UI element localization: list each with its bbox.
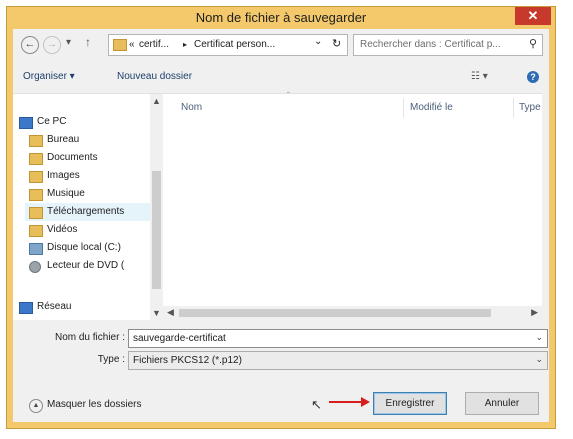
- tree-scroll-thumb[interactable]: [152, 171, 161, 289]
- address-dropdown[interactable]: ⌄: [314, 36, 322, 47]
- hscroll-thumb[interactable]: [179, 309, 491, 317]
- music-folder-icon: [29, 189, 43, 201]
- address-row: ← → ▾ ↑ « certif... ▸ Certificat person.…: [13, 29, 549, 59]
- breadcrumb-certificat-personnel[interactable]: Certificat person...: [194, 39, 275, 50]
- filename-value: sauvegarde-certificat: [133, 333, 226, 344]
- dialog-title: Nom de fichier à sauvegarder: [195, 10, 367, 25]
- refresh-icon: ↻: [332, 38, 342, 50]
- filename-input[interactable]: sauvegarde-certificat ⌄: [128, 329, 548, 348]
- tree-item-musique[interactable]: Musique: [29, 185, 149, 203]
- refresh-button[interactable]: ↻: [332, 37, 341, 50]
- column-divider[interactable]: [513, 98, 514, 118]
- new-folder-button[interactable]: Nouveau dossier: [117, 71, 192, 82]
- pictures-folder-icon: [29, 171, 43, 183]
- file-type-value: Fichiers PKCS12 (*.p12): [133, 355, 242, 366]
- breadcrumb-certif[interactable]: certif...: [139, 39, 169, 50]
- sort-indicator-icon: ˆ: [287, 91, 290, 100]
- forward-button[interactable]: →: [43, 36, 61, 54]
- tree-item-videos[interactable]: Vidéos: [29, 221, 149, 239]
- search-box[interactable]: Rechercher dans : Certificat p... ⚲: [353, 34, 543, 56]
- save-dialog: Nom de fichier à sauvegarder ✕ ← → ▾ ↑ «…: [6, 6, 556, 429]
- organise-button[interactable]: Organiser ▾: [23, 71, 75, 82]
- address-bar[interactable]: « certif... ▸ Certificat person... ⌄ ↻: [108, 34, 348, 56]
- scroll-left-icon[interactable]: ◀: [167, 307, 174, 318]
- arrow-left-icon: ←: [24, 38, 36, 50]
- recent-locations-button[interactable]: ▾: [66, 37, 71, 48]
- help-icon: ?: [530, 72, 536, 82]
- dvd-drive-icon: [29, 261, 41, 273]
- cancel-button[interactable]: Annuler: [465, 392, 539, 415]
- videos-folder-icon: [29, 225, 43, 237]
- computer-icon: [19, 117, 33, 129]
- command-bar: Organiser ▾ Nouveau dossier ☷ ▾ ?: [13, 67, 549, 89]
- filename-label: Nom du fichier :: [54, 332, 125, 343]
- chevron-down-icon: ⌄: [314, 36, 323, 47]
- chevron-down-icon[interactable]: ⌄: [535, 354, 543, 365]
- arrow-right-icon: →: [46, 38, 58, 50]
- dialog-client: ← → ▾ ↑ « certif... ▸ Certificat person.…: [13, 29, 549, 422]
- dialog-footer: ▲ Masquer les dossiers ↖ Enregistrer Ann…: [13, 379, 549, 427]
- scroll-up-icon[interactable]: ▲: [152, 96, 161, 106]
- mouse-cursor-icon: ↖: [311, 397, 322, 412]
- chevron-down-icon: ▾: [66, 37, 72, 48]
- column-header-modified[interactable]: Modifié le: [410, 102, 453, 113]
- scroll-right-icon[interactable]: ▶: [531, 307, 538, 318]
- up-button[interactable]: ↑: [85, 35, 91, 49]
- folder-icon: [113, 39, 127, 51]
- search-icon[interactable]: ⚲: [529, 37, 537, 50]
- column-header-name[interactable]: Nom: [181, 102, 202, 113]
- save-button[interactable]: Enregistrer: [373, 392, 447, 415]
- view-icon: ☷ ▾: [471, 71, 488, 82]
- tree-item-reseau[interactable]: Réseau: [19, 298, 149, 316]
- annotation-arrow: [329, 401, 363, 403]
- navigation-tree: Ce PC Bureau Documents Images Musique Té…: [13, 94, 163, 320]
- search-placeholder: Rechercher dans : Certificat p...: [360, 39, 501, 50]
- help-button[interactable]: ?: [527, 71, 539, 83]
- tree-item-documents[interactable]: Documents: [29, 149, 149, 167]
- file-list-hscrollbar[interactable]: ◀ ▶: [163, 306, 542, 320]
- scroll-down-icon[interactable]: ▼: [152, 308, 161, 318]
- back-button[interactable]: ←: [21, 36, 39, 54]
- breadcrumb-separator: ▸: [183, 40, 188, 49]
- file-list: Nom ˆ Modifié le Type ◀ ▶: [163, 91, 542, 320]
- chevron-down-icon[interactable]: ⌄: [535, 332, 543, 343]
- column-divider[interactable]: [403, 98, 404, 118]
- type-label: Type :: [97, 354, 125, 365]
- chevron-up-icon: ▲: [29, 399, 43, 413]
- close-button[interactable]: ✕: [515, 7, 551, 25]
- tree-item-images[interactable]: Images: [29, 167, 149, 185]
- tree-scrollbar[interactable]: ▲ ▼: [150, 94, 163, 320]
- file-type-select[interactable]: Fichiers PKCS12 (*.p12) ⌄: [128, 351, 548, 370]
- arrow-up-icon: ↑: [85, 35, 91, 49]
- column-header-type[interactable]: Type: [519, 102, 541, 113]
- tree-item-bureau[interactable]: Bureau: [29, 131, 149, 149]
- tree-item-dvd[interactable]: Lecteur de DVD (: [29, 257, 149, 275]
- tree-item-ce-pc[interactable]: Ce PC: [19, 113, 149, 131]
- browser-pane: Ce PC Bureau Documents Images Musique Té…: [13, 91, 542, 320]
- tree-item-disque-local[interactable]: Disque local (C:): [29, 239, 149, 257]
- downloads-folder-icon: [29, 207, 43, 219]
- view-options-button[interactable]: ☷ ▾: [471, 71, 488, 82]
- tree-item-telechargements[interactable]: Téléchargements: [25, 203, 150, 221]
- hide-folders-label: Masquer les dossiers: [47, 399, 142, 410]
- network-icon: [19, 302, 33, 314]
- hard-drive-icon: [29, 243, 43, 255]
- desktop-folder-icon: [29, 135, 43, 147]
- annotation-arrow-head: [361, 397, 370, 407]
- documents-folder-icon: [29, 153, 43, 165]
- breadcrumb-prefix[interactable]: «: [129, 39, 135, 50]
